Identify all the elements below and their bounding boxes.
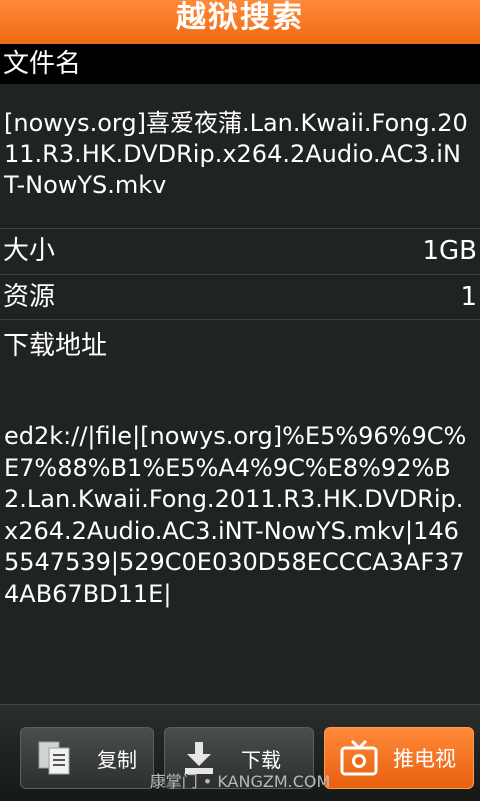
sources-label: 资源 <box>3 282 56 312</box>
sources-row: 资源 1 <box>0 274 480 320</box>
file-name: [nowys.org]喜爱夜蒲.Lan.Kwaii.Fong.2011.R3.H… <box>4 109 468 199</box>
watermark: 康掌门 • KANGZM.COM <box>149 772 331 791</box>
size-label: 大小 <box>3 236 56 266</box>
download-link-value[interactable]: ed2k://|file|[nowys.org]%E5%96%9C%E7%88%… <box>4 421 470 610</box>
divider <box>0 319 480 320</box>
sources-value: 1 <box>460 282 477 312</box>
filename-header: 文件名 <box>0 44 480 84</box>
title-bar: 越狱搜索 <box>0 0 480 44</box>
app-title: 越狱搜索 <box>176 0 304 35</box>
size-value: 1GB <box>422 236 477 266</box>
size-row: 大小 1GB <box>0 228 480 274</box>
download-link-label: 下载地址 <box>3 331 108 361</box>
